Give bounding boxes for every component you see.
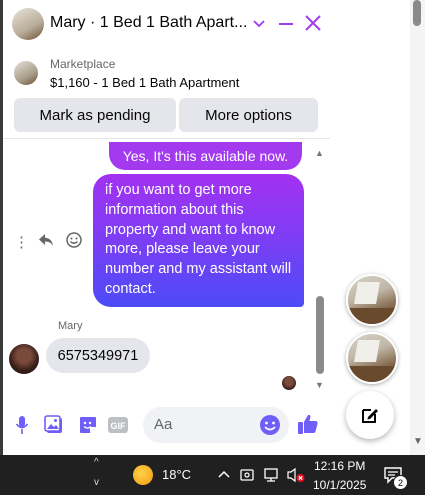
emoji-icon[interactable] bbox=[259, 414, 281, 436]
notification-count-badge: 2 bbox=[393, 475, 408, 490]
gif-icon[interactable]: GIF bbox=[107, 414, 129, 436]
chat-head-bubble[interactable] bbox=[346, 332, 398, 384]
network-icon[interactable] bbox=[262, 465, 280, 485]
message-list: Yes, It's this available now. if you wan… bbox=[3, 139, 330, 395]
chat-header: Mary · 1 Bed 1 Bath Apart... bbox=[3, 0, 330, 48]
chat-head-photo bbox=[354, 340, 380, 362]
more-actions-icon[interactable]: ⋮ bbox=[14, 233, 29, 251]
microphone-icon[interactable] bbox=[11, 414, 33, 436]
chat-title[interactable]: Mary · 1 Bed 1 Bath Apart... bbox=[50, 14, 247, 32]
chat-head-bubble[interactable] bbox=[346, 274, 398, 326]
composer: GIF Aa bbox=[3, 396, 330, 455]
taskbar-scroll-arrows[interactable]: ^ v bbox=[90, 457, 108, 493]
photo-icon[interactable] bbox=[43, 414, 65, 436]
page-scroll-down-icon[interactable]: ▼ bbox=[413, 436, 423, 447]
message-scrollbar-thumb[interactable] bbox=[316, 296, 324, 374]
page-scrollbar[interactable] bbox=[410, 0, 425, 455]
thumbs-up-icon[interactable] bbox=[296, 412, 320, 436]
minimize-icon[interactable] bbox=[277, 13, 295, 35]
meet-now-icon[interactable] bbox=[238, 465, 256, 485]
scroll-down-icon[interactable]: ▼ bbox=[315, 380, 324, 390]
taskbar: ^ v 18°C 12:16 PM 10/1/2025 2 bbox=[0, 455, 425, 495]
message-input-placeholder: Aa bbox=[154, 416, 173, 433]
mark-as-pending-button[interactable]: Mark as pending bbox=[14, 98, 176, 132]
chevron-down-icon[interactable]: v bbox=[94, 477, 99, 488]
reply-icon[interactable] bbox=[37, 231, 55, 249]
emoji-reaction-icon[interactable] bbox=[65, 231, 83, 249]
sender-avatar[interactable] bbox=[9, 344, 39, 374]
message-text: if you want to get more information abou… bbox=[105, 182, 292, 297]
outgoing-message[interactable]: if you want to get more information abou… bbox=[93, 174, 304, 307]
sender-name: Mary bbox=[58, 320, 83, 332]
clock-time[interactable]: 12:16 PM bbox=[314, 459, 365, 473]
show-hidden-icons-icon[interactable] bbox=[216, 465, 232, 485]
close-icon[interactable] bbox=[303, 12, 323, 34]
compose-icon bbox=[362, 409, 378, 423]
weather-temperature[interactable]: 18°C bbox=[162, 467, 191, 482]
contact-avatar[interactable] bbox=[12, 8, 44, 40]
incoming-message[interactable]: 6575349971 bbox=[46, 338, 150, 373]
listing-title[interactable]: $1,160 - 1 Bed 1 Bath Apartment bbox=[50, 75, 239, 90]
chevron-up-icon[interactable]: ^ bbox=[94, 457, 99, 468]
listing-thumbnail[interactable] bbox=[14, 61, 38, 85]
new-message-button[interactable] bbox=[346, 391, 394, 439]
chevron-down-icon[interactable] bbox=[251, 13, 267, 35]
chat-head-photo bbox=[354, 282, 380, 304]
weather-sun-icon[interactable] bbox=[133, 465, 153, 485]
marketplace-label: Marketplace bbox=[50, 57, 116, 71]
scroll-up-icon[interactable]: ▲ bbox=[315, 148, 324, 158]
svg-text:GIF: GIF bbox=[111, 421, 127, 431]
outgoing-message[interactable]: Yes, It's this available now. bbox=[109, 142, 302, 170]
read-receipt-avatar bbox=[282, 376, 296, 390]
sticker-icon[interactable] bbox=[77, 414, 99, 436]
clock-date[interactable]: 10/1/2025 bbox=[313, 478, 366, 492]
page-scrollbar-thumb[interactable] bbox=[413, 0, 421, 26]
volume-muted-icon[interactable] bbox=[286, 465, 306, 485]
more-options-button[interactable]: More options bbox=[179, 98, 318, 132]
marketplace-listing: Marketplace $1,160 - 1 Bed 1 Bath Apartm… bbox=[3, 49, 330, 139]
chat-window: Mary · 1 Bed 1 Bath Apart... Marketplace… bbox=[3, 0, 330, 455]
